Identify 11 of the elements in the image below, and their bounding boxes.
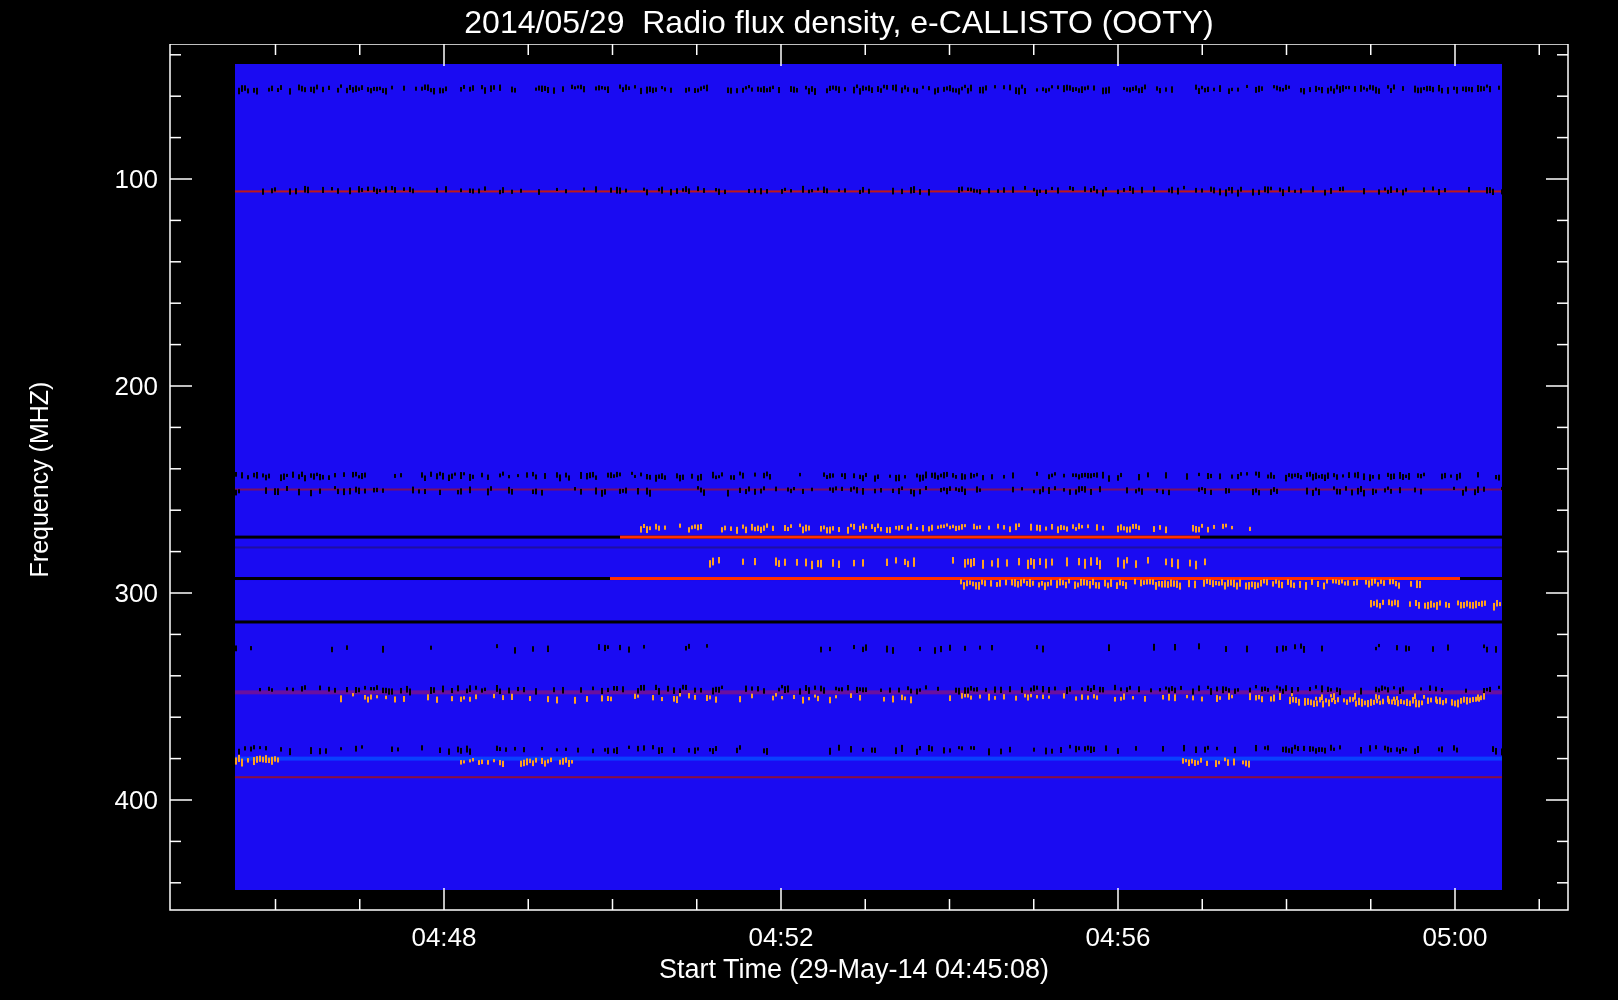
tick-label: 04:56 [1085,922,1151,952]
tick-label: 300 [114,578,158,608]
chart-title: 2014/05/29 Radio flux density, e-CALLISTO (OOTY) [463,3,1214,41]
tick-label: 400 [114,785,158,815]
tick-label: 05:00 [1422,922,1488,952]
tick-label: 100 [114,164,158,194]
x-axis-label: Start Time (29-May-14 04:45:08) [658,954,1050,985]
tick-label: 200 [114,371,158,401]
tick-label: 04:48 [411,922,477,952]
y-axis-label: Frequency (MHZ) [25,381,55,577]
tick-label: 04:52 [748,922,814,952]
